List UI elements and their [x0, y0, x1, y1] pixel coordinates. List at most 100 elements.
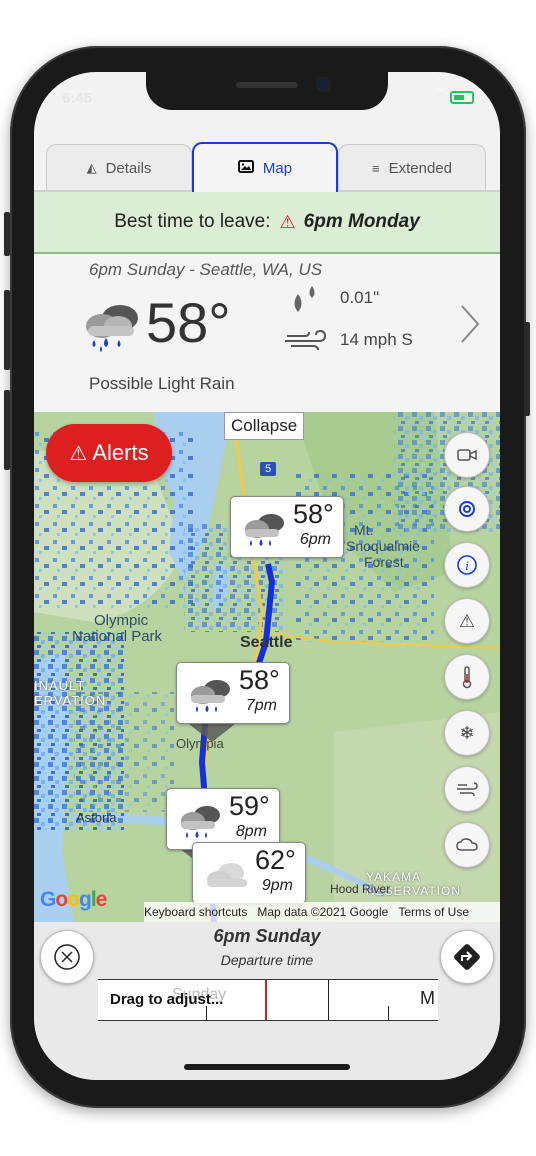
alerts-button[interactable]: ⚠ Alerts [46, 424, 172, 482]
current-weather[interactable]: 6pm Sunday - Seattle, WA, US 58° 0.01" 1… [34, 254, 500, 412]
info-icon: i [457, 555, 477, 575]
rain-cloud-icon [245, 514, 284, 546]
best-time-prefix: Best time to leave: [114, 211, 271, 232]
rain-cloud-icon [86, 305, 138, 352]
forecast-callout[interactable]: 59° 8pm [166, 788, 280, 850]
radar-button[interactable] [444, 486, 490, 532]
speaker [236, 82, 298, 88]
wifi-icon: ◠ [435, 90, 446, 104]
forecast-callout[interactable]: 62° 9pm [192, 842, 306, 904]
tab-map[interactable]: Map [192, 142, 338, 192]
map-label-seattle: Seattle [240, 634, 293, 651]
slider-next-day-label: M [420, 988, 435, 1008]
thermometer-icon [462, 666, 472, 689]
directions-button[interactable] [440, 930, 494, 984]
front-camera [318, 79, 329, 90]
camera-icon [457, 449, 477, 461]
wind-value: 14 mph S [340, 330, 413, 349]
chevron-right-icon[interactable] [458, 304, 482, 344]
precipitation-icon [294, 286, 315, 312]
warning-icon: ⚠ [69, 442, 88, 465]
departure-time: 6pm Sunday [213, 926, 321, 946]
battery-icon [450, 91, 474, 105]
departure-panel: 6pm Sunday Departure time Sunday Drag to… [34, 922, 500, 1080]
rain-cloud-icon [181, 806, 220, 838]
cloud-icon [207, 863, 247, 887]
map-label-forest: Forest [364, 554, 404, 570]
tab-extended-label: Extended [388, 159, 452, 177]
warning-icon: ⚠ [458, 610, 476, 631]
forecast-callout[interactable]: 58° 7pm [176, 662, 290, 724]
wind-icon [457, 782, 478, 797]
wind-button[interactable] [444, 766, 490, 812]
tab-details-label: Details [105, 159, 152, 177]
cloud-icon [456, 838, 478, 851]
snowflake-icon: ❄ [459, 722, 475, 743]
volume-down-button [4, 390, 10, 470]
drag-hint: Drag to adjust... [110, 991, 224, 1008]
callout-time: 9pm [261, 877, 293, 894]
map-label-reservation-left: ERVATION [34, 693, 107, 708]
slider-tick [206, 1006, 207, 1020]
callout-temperature: 62° [255, 845, 296, 875]
tab-bar: ◭ Details Map ≡ Extended [46, 142, 486, 192]
road-icon: ◭ [86, 160, 97, 175]
map-label-quinault: INAULT [34, 678, 86, 693]
collapse-button[interactable]: Collapse [224, 412, 305, 440]
volume-up-button [4, 290, 10, 370]
tab-map-label: Map [262, 159, 293, 177]
callout-time: 8pm [235, 823, 267, 840]
app-screen: 6:45 ◠ ◭ Details Map ≡ Extended Best tim… [34, 72, 500, 1080]
precipitation-value: 0.01" [340, 288, 380, 307]
weather-condition: Possible Light Rain [89, 374, 235, 393]
slider-tick [388, 1006, 389, 1020]
slider-day-divider [328, 980, 329, 1020]
snow-button[interactable]: ❄ [444, 710, 490, 756]
terms-link[interactable]: Terms of Use [398, 905, 469, 919]
home-indicator [184, 1064, 350, 1070]
temperature-button[interactable] [444, 654, 490, 700]
status-time: 6:45 [62, 90, 93, 107]
forecast-callout[interactable]: 58° 6pm [230, 496, 344, 558]
map-label-hood-river: Hood River [330, 882, 391, 896]
best-time-banner[interactable]: Best time to leave: ⚠ 6pm Monday [34, 192, 500, 254]
departure-subtitle: Departure time [220, 952, 314, 968]
wind-icon [285, 329, 327, 351]
rain-cloud-icon [191, 680, 230, 712]
info-button[interactable]: i [444, 542, 490, 588]
mute-switch [4, 212, 10, 256]
warning-icon: ⚠ [279, 211, 296, 232]
alerts-label: Alerts [92, 440, 149, 465]
power-button [524, 322, 530, 416]
weather-map[interactable]: 5 Olympic National Park Seattle Mt. Snoq… [34, 412, 500, 922]
image-icon [237, 160, 254, 176]
map-attribution: Keyboard shortcuts Map data ©2021 Google… [144, 902, 500, 922]
callout-temperature: 58° [293, 499, 334, 529]
map-label-olympic: Olympic [94, 612, 149, 629]
tab-extended[interactable]: ≡ Extended [338, 144, 486, 191]
map-data-credit: Map data ©2021 Google [257, 905, 389, 919]
callout-temperature: 58° [239, 665, 280, 695]
svg-text:i: i [465, 558, 469, 573]
tab-details[interactable]: ◭ Details [46, 144, 192, 191]
notch [146, 72, 388, 110]
directions-icon [454, 944, 480, 970]
weather-subtitle: 6pm Sunday - Seattle, WA, US [89, 260, 323, 279]
status-icons: ◠ [435, 90, 474, 105]
map-label-national-park: National Park [72, 628, 163, 645]
keyboard-shortcuts-link[interactable]: Keyboard shortcuts [144, 905, 247, 919]
map-label-snoqualmie: Snoqualmie [346, 538, 420, 554]
camera-button[interactable] [444, 432, 490, 478]
slider-current-marker[interactable] [265, 980, 267, 1020]
map-label-astoria: Astoria [76, 810, 117, 825]
callout-time: 6pm [299, 531, 331, 548]
map-label-mt: Mt. [354, 522, 374, 538]
list-icon: ≡ [372, 160, 380, 176]
warnings-button[interactable]: ⚠ [444, 598, 490, 644]
google-logo: Google [40, 888, 107, 911]
time-slider[interactable]: Sunday Drag to adjust... M [98, 979, 438, 1021]
current-temperature: 58° [146, 291, 231, 354]
callout-temperature: 59° [229, 791, 270, 821]
radar-icon [459, 501, 475, 517]
clouds-button[interactable] [444, 822, 490, 868]
